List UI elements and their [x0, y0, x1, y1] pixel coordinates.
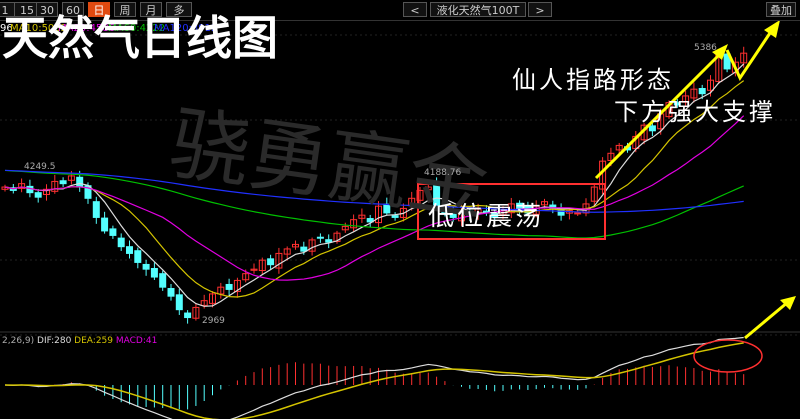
candle	[142, 263, 150, 270]
candle	[34, 192, 42, 198]
macd-params: 2,26,9)	[2, 336, 35, 346]
price-label-high2: 4188.76	[424, 168, 462, 178]
candle	[59, 180, 67, 185]
dif-line	[4, 336, 744, 419]
candle	[76, 176, 84, 188]
macd-legend: 2,26,9) DIF:280 DEA:259 MACD:41	[2, 336, 157, 346]
candle	[159, 273, 167, 288]
candle	[167, 288, 175, 297]
candle	[184, 312, 192, 319]
price-label-low: 2969	[202, 316, 225, 326]
range-annotation: 低位震荡	[428, 202, 545, 232]
instrument-selector[interactable]: 液化天然气100T	[430, 2, 526, 17]
candle	[92, 201, 100, 218]
candle	[175, 294, 183, 311]
macd-highlight-ellipse	[693, 339, 763, 373]
overlay-button[interactable]: 叠加	[766, 2, 796, 17]
support-annotation: 下方强大支撑	[614, 98, 776, 126]
candle	[225, 283, 233, 290]
pattern-annotation: 仙人指路形态	[512, 66, 674, 94]
title-annotation: 天然气日线图	[2, 11, 278, 65]
candle	[126, 246, 133, 254]
candle	[101, 217, 109, 232]
projection-arrow	[725, 29, 774, 82]
macd-arrow	[744, 300, 789, 340]
price-label-high1: 4249.5	[24, 162, 56, 172]
next-instrument-button[interactable]: >	[528, 2, 552, 17]
dea-line	[4, 342, 744, 419]
candle	[26, 185, 34, 194]
candle	[109, 228, 117, 236]
prev-instrument-button[interactable]: <	[403, 2, 427, 17]
price-label-high3: 5386	[694, 43, 717, 53]
candle	[574, 212, 582, 215]
macd-dea: DEA:259	[74, 336, 113, 346]
candle	[150, 268, 158, 278]
candle	[300, 246, 308, 252]
candle	[316, 236, 324, 239]
macd-dif: DIF:280	[37, 336, 72, 346]
candle	[267, 258, 275, 266]
candle	[134, 250, 142, 263]
macd-value: MACD:41	[115, 336, 158, 346]
candle	[117, 237, 125, 248]
candle	[325, 239, 333, 243]
